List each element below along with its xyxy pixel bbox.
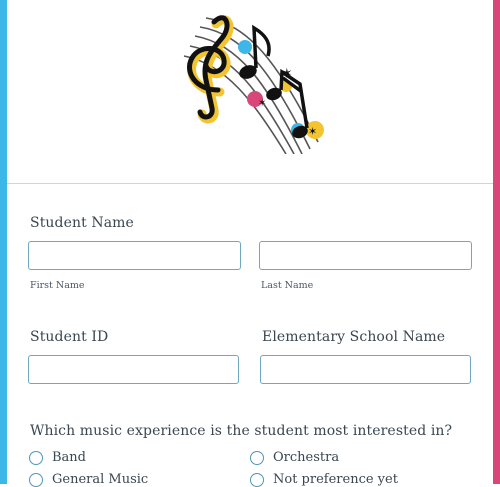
radio-option-general-music[interactable]: General Music xyxy=(29,472,148,487)
left-accent-bar xyxy=(0,0,7,484)
radio-label: Not preference yet xyxy=(273,472,398,487)
music-notes-icon: ✶ ✶ ✶ xyxy=(168,2,333,158)
last-name-input[interactable] xyxy=(259,241,472,270)
radio-option-band[interactable]: Band xyxy=(29,450,86,465)
right-accent-bar xyxy=(493,0,500,484)
student-id-input[interactable] xyxy=(28,355,239,384)
school-name-input[interactable] xyxy=(260,355,471,384)
last-name-sublabel: Last Name xyxy=(261,280,314,291)
radio-option-no-preference[interactable]: Not preference yet xyxy=(250,472,398,487)
student-id-label: Student ID xyxy=(30,329,109,345)
radio-label: Orchestra xyxy=(273,450,340,465)
interest-question: Which music experience is the student mo… xyxy=(30,423,453,439)
radio-button[interactable] xyxy=(250,472,264,487)
radio-button[interactable] xyxy=(250,450,264,465)
first-name-input[interactable] xyxy=(28,241,241,270)
radio-label: General Music xyxy=(52,472,149,487)
svg-text:✶: ✶ xyxy=(258,98,266,109)
school-name-label: Elementary School Name xyxy=(262,329,446,345)
radio-option-orchestra[interactable]: Orchestra xyxy=(250,450,339,465)
radio-button[interactable] xyxy=(29,472,43,487)
radio-button[interactable] xyxy=(29,450,43,465)
header-divider xyxy=(7,183,493,184)
radio-label: Band xyxy=(52,450,86,465)
first-name-sublabel: First Name xyxy=(30,280,85,291)
student-name-label: Student Name xyxy=(30,215,134,231)
svg-text:✶: ✶ xyxy=(308,125,317,138)
svg-text:✶: ✶ xyxy=(281,66,293,82)
